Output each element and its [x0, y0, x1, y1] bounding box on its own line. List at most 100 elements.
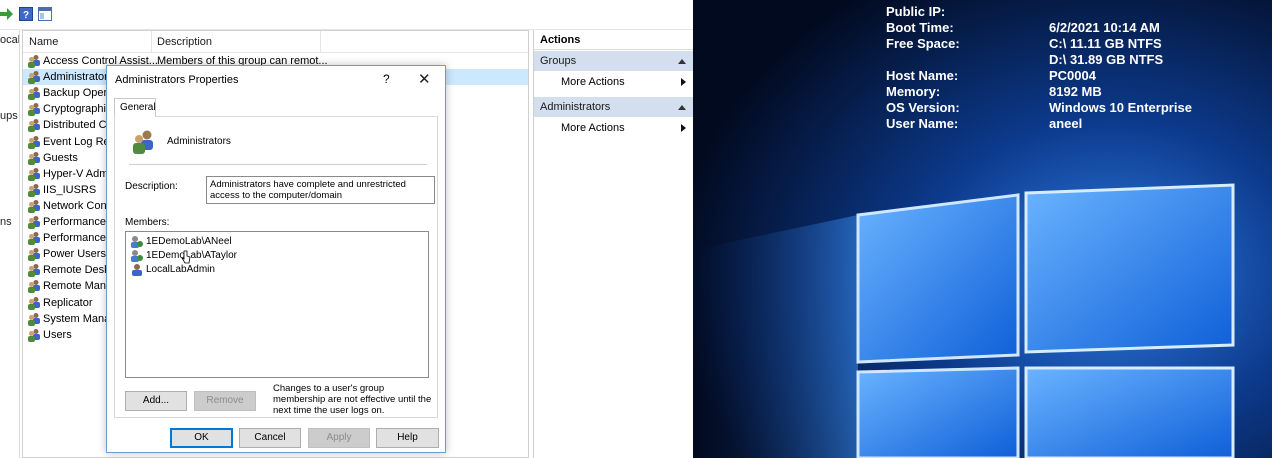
submenu-arrow-icon — [681, 124, 686, 132]
actions-section-administrators[interactable]: Administrators — [534, 97, 694, 117]
windows-logo-wallpaper — [693, 0, 1272, 458]
ok-button[interactable]: OK — [170, 428, 233, 448]
administrators-properties-dialog: Administrators Properties ? ✕ General Ad… — [106, 65, 446, 453]
collapse-icon[interactable] — [678, 105, 686, 110]
help-button[interactable]: Help — [376, 428, 439, 448]
close-icon[interactable]: ✕ — [418, 70, 431, 88]
info-key: Host Name: — [886, 68, 959, 83]
group-icon — [28, 312, 40, 326]
group-name-cell: Administrators — [43, 71, 114, 84]
console-tree-pane[interactable]: ocal ups ns — [0, 30, 20, 458]
group-name-cell: Cryptographic — [43, 103, 112, 116]
svg-text:?: ? — [23, 10, 29, 21]
group-icon — [28, 232, 40, 246]
info-value: PC0004 — [1049, 68, 1096, 83]
group-name-cell: Replicator — [43, 296, 93, 309]
section-label: Groups — [540, 55, 577, 67]
group-icon — [28, 167, 40, 181]
local-user-icon — [132, 264, 142, 276]
actions-title: Actions — [534, 30, 694, 50]
member-name: 1EDemoLab\ANeel — [146, 236, 232, 247]
computer-management-window: ? ocal ups ns Name Description Access Co… — [0, 0, 694, 458]
more-actions-administrators[interactable]: More Actions — [534, 118, 694, 138]
add-button[interactable]: Add... — [125, 391, 187, 411]
apply-button[interactable]: Apply — [308, 428, 370, 448]
membership-note: Changes to a user's group membership are… — [273, 383, 432, 416]
group-icon — [28, 135, 40, 149]
group-icon — [28, 296, 40, 310]
member-item[interactable]: 1EDemoLab\ANeel — [130, 235, 420, 249]
domain-user-icon — [131, 236, 143, 248]
group-icon — [28, 264, 40, 278]
group-icon — [28, 55, 40, 68]
member-item[interactable]: LocalLabAdmin — [130, 263, 420, 277]
group-name-cell: Network Conf — [43, 199, 110, 212]
group-icon — [28, 151, 40, 165]
toolbar: ? — [0, 0, 693, 30]
general-tab-panel: Administrators Description: Administrato… — [114, 116, 438, 418]
tree-node-fragment[interactable]: ns — [0, 216, 12, 228]
column-header-name[interactable]: Name — [29, 36, 58, 48]
group-icon — [133, 130, 153, 154]
dialog-titlebar[interactable]: Administrators Properties ? ✕ — [107, 66, 445, 94]
tab-general[interactable]: General — [114, 98, 156, 117]
member-name: LocalLabAdmin — [146, 264, 215, 275]
help-icon[interactable]: ? — [19, 7, 33, 21]
member-item[interactable]: 1EDemoLab\ATaylor — [130, 249, 420, 263]
members-label: Members: — [125, 217, 170, 228]
description-field[interactable]: Administrators have complete and unrestr… — [206, 176, 435, 204]
desktop-wallpaper: Public IP: Boot Time: 6/2/2021 10:14 AM … — [693, 0, 1272, 458]
group-name-cell: Guests — [43, 151, 78, 164]
member-name: 1EDemoLab\ATaylor — [146, 250, 237, 261]
section-label: Administrators — [540, 101, 611, 113]
group-icon — [28, 71, 40, 85]
help-icon[interactable]: ? — [383, 72, 390, 86]
group-icon — [28, 199, 40, 213]
group-name-cell: Power Users — [43, 248, 106, 261]
domain-user-icon — [131, 250, 143, 262]
info-value: D:\ 31.89 GB NTFS — [1049, 52, 1164, 67]
tree-node-fragment[interactable]: ups — [0, 110, 18, 122]
column-header-description[interactable]: Description — [157, 36, 212, 48]
group-icon — [28, 216, 40, 229]
more-actions-groups[interactable]: More Actions — [534, 72, 694, 92]
group-name-cell: IIS_IUSRS — [43, 183, 97, 196]
info-value: Windows 10 Enterprise — [1049, 100, 1192, 115]
more-actions-label: More Actions — [561, 122, 625, 134]
remove-button[interactable]: Remove — [194, 391, 256, 411]
forward-arrow-icon[interactable] — [0, 7, 14, 21]
collapse-icon[interactable] — [678, 59, 686, 64]
group-icon — [28, 183, 40, 197]
list-header: Name Description — [23, 31, 528, 53]
group-name-cell: Remote Mana — [43, 280, 113, 293]
more-actions-label: More Actions — [561, 76, 625, 88]
group-icon — [28, 87, 40, 101]
group-name-cell: Backup Opera — [43, 87, 114, 100]
info-key: Memory: — [886, 84, 941, 99]
group-icon — [28, 248, 40, 262]
show-hide-pane-icon[interactable] — [38, 7, 52, 21]
group-icon — [28, 103, 40, 117]
group-name-cell: Hyper-V Admi — [43, 167, 111, 180]
info-value: 8192 MB — [1049, 84, 1102, 99]
info-value: aneel — [1049, 116, 1083, 131]
tree-node-fragment[interactable]: ocal — [0, 34, 19, 46]
members-list[interactable]: 1EDemoLab\ANeel 1EDemoLab\ATaylor LocalL… — [125, 231, 429, 378]
cancel-button[interactable]: Cancel — [239, 428, 301, 448]
group-icon — [28, 328, 40, 342]
info-value: C:\ 11.11 GB NTFS — [1049, 36, 1162, 51]
dialog-title: Administrators Properties — [115, 74, 239, 86]
submenu-arrow-icon — [681, 78, 686, 86]
info-key: User Name: — [886, 116, 959, 131]
group-name-cell: Distributed CO — [43, 119, 116, 132]
mouse-cursor-icon — [181, 250, 191, 264]
info-key: Public IP: — [886, 4, 946, 19]
group-name-cell: Remote Deskt — [43, 264, 113, 277]
info-key: OS Version: — [886, 100, 960, 115]
actions-section-groups[interactable]: Groups — [534, 51, 694, 71]
info-key: Boot Time: — [886, 20, 954, 35]
info-key: Free Space: — [886, 36, 960, 51]
group-name-cell: Users — [43, 328, 72, 341]
info-value: 6/2/2021 10:14 AM — [1049, 20, 1160, 35]
group-icon — [28, 280, 40, 294]
